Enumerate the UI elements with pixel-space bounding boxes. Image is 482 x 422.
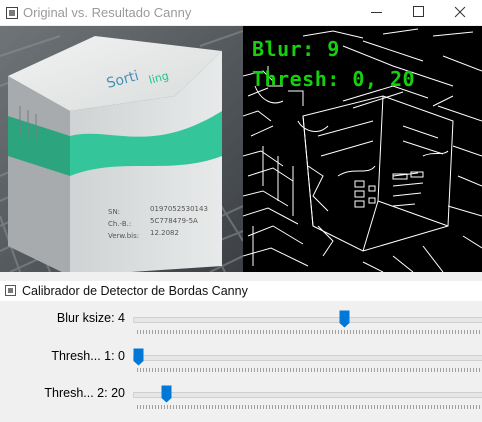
slider-track-thresh1[interactable] [133, 355, 482, 361]
close-icon [454, 6, 466, 18]
controls-app-icon [5, 285, 16, 296]
slider-row-thresh1: Thresh... 1: 0 [0, 348, 482, 384]
controls-window-title: Calibrador de Detector de Bordas Canny [22, 284, 248, 298]
image-display: Sorti ling SN: 0197052530143 Ch.-B.: 5C7… [0, 26, 482, 272]
slider-track-thresh2[interactable] [133, 392, 482, 398]
box-ch-value: 5C778479-5A [150, 217, 198, 225]
slider-ticks-thresh1 [137, 368, 480, 372]
controls-window-titlebar[interactable]: Calibrador de Detector de Bordas Canny [0, 281, 482, 301]
slider-thumb-blur[interactable] [339, 310, 350, 328]
box-verw-label: Verw.bis: [108, 232, 139, 240]
slider-ticks-blur [137, 330, 480, 334]
box-ch-label: Ch.-B.: [108, 220, 131, 228]
overlay-blur-text: Blur: 9 [252, 37, 340, 61]
slider-thumb-thresh2[interactable] [161, 385, 172, 403]
box-sn-label: SN: [108, 208, 120, 216]
close-button[interactable] [440, 0, 480, 25]
box-verw-value: 12.2082 [150, 229, 179, 237]
box-sn-value: 0197052530143 [150, 205, 208, 213]
slider-label-blur: Blur ksize: 4 [56, 311, 125, 325]
original-image: Sorti ling SN: 0197052530143 Ch.-B.: 5C7… [0, 26, 244, 272]
maximize-icon [413, 6, 424, 17]
slider-row-blur: Blur ksize: 4 [0, 310, 482, 346]
main-window-title: Original vs. Resultado Canny [23, 5, 192, 20]
canny-result-image: Blur: 9 Thresh: 0, 20 [242, 26, 482, 272]
minimize-icon [371, 12, 382, 13]
slider-row-thresh2: Thresh... 2: 20 [0, 385, 482, 421]
slider-label-thresh1: Thresh... 1: 0 [51, 349, 125, 363]
maximize-button[interactable] [398, 0, 438, 25]
app-icon [6, 7, 18, 19]
main-window-titlebar[interactable]: Original vs. Resultado Canny [0, 0, 482, 25]
overlay-thresh-text: Thresh: 0, 20 [252, 67, 416, 91]
slider-ticks-thresh2 [137, 405, 480, 409]
slider-label-thresh2: Thresh... 2: 20 [44, 386, 125, 400]
slider-thumb-thresh1[interactable] [133, 348, 144, 366]
minimize-button[interactable] [357, 0, 397, 25]
slider-track-blur[interactable] [133, 317, 482, 323]
